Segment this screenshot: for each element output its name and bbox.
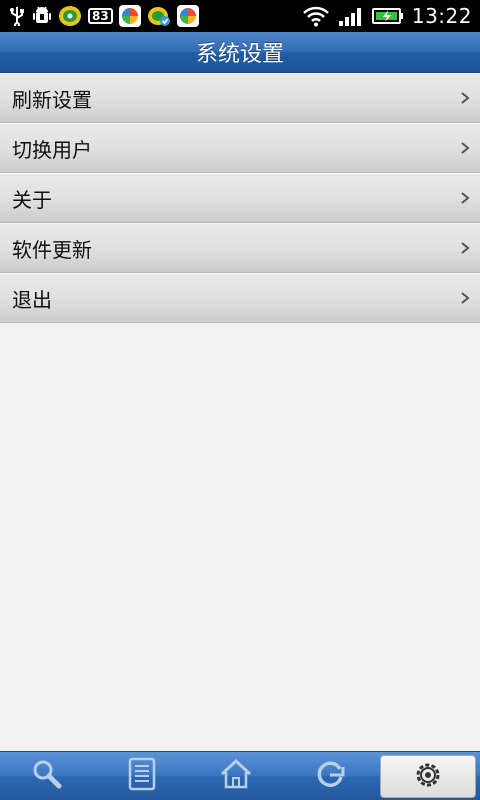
menu-item-about[interactable]: 关于	[0, 173, 480, 223]
chevron-right-icon	[460, 291, 470, 305]
chevron-right-icon	[460, 191, 470, 205]
tab-refresh[interactable]	[283, 752, 377, 800]
document-icon	[127, 757, 157, 795]
usb-icon	[8, 6, 26, 26]
clock: 13:22	[411, 4, 472, 28]
system-icons: 13:22	[302, 0, 472, 32]
menu-item-exit[interactable]: 退出	[0, 273, 480, 323]
tab-settings[interactable]	[379, 755, 477, 798]
menu-item-switch-user[interactable]: 切换用户	[0, 123, 480, 173]
tab-home[interactable]	[189, 752, 283, 800]
settings-menu: 刷新设置 切换用户 关于 软件更新 退出	[0, 73, 480, 323]
menu-item-refresh-settings[interactable]: 刷新设置	[0, 73, 480, 123]
menu-item-software-update[interactable]: 软件更新	[0, 223, 480, 273]
wifi-icon	[302, 5, 330, 27]
chevron-right-icon	[460, 91, 470, 105]
chevron-right-icon	[460, 141, 470, 155]
signal-strength-icon	[338, 5, 364, 27]
chevron-right-icon	[460, 241, 470, 255]
menu-item-label: 切换用户	[12, 137, 92, 162]
home-icon	[219, 757, 253, 795]
app-notification-green-icon	[58, 5, 82, 27]
refresh-icon	[313, 757, 347, 795]
status-bar: 83 13:22	[0, 0, 480, 32]
app-notification-check-icon	[147, 5, 171, 27]
android-debug-icon	[32, 5, 52, 27]
notification-count-badge: 83	[88, 8, 113, 24]
app-notification-colorful-icon	[118, 5, 141, 27]
tab-documents[interactable]	[94, 752, 188, 800]
menu-item-label: 退出	[12, 287, 52, 312]
menu-item-label: 刷新设置	[12, 87, 92, 112]
notification-icons: 83	[8, 0, 199, 32]
menu-item-label: 关于	[12, 187, 52, 212]
search-icon	[30, 757, 64, 795]
app-notification-colorful-icon-2	[176, 5, 199, 27]
title-bar: 系统设置	[0, 32, 480, 73]
bottom-tab-bar	[0, 751, 480, 800]
battery-charging-icon	[371, 6, 404, 26]
tab-search[interactable]	[0, 752, 94, 800]
page-title: 系统设置	[195, 42, 284, 67]
menu-item-label: 软件更新	[12, 237, 92, 262]
settings-icon	[412, 759, 444, 795]
